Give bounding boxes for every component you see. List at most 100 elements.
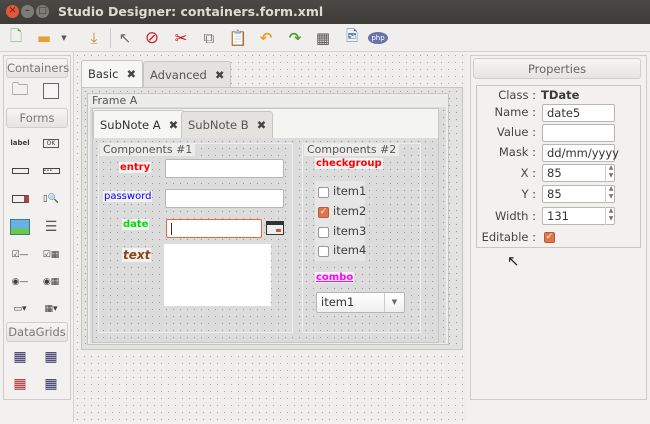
frame-content: SubNote A ✖ SubNote B ✖ Components #1 entr… [90,107,446,343]
tab-subnote-a[interactable]: SubNote A ✖ [93,110,186,139]
checkgroup-icon[interactable]: ☑▦ [41,247,61,263]
text-icon[interactable]: ☰ [41,219,61,235]
x-spinner[interactable]: 85 ▲ ▼ [542,164,615,182]
close-window-button[interactable]: ✕ [6,5,19,18]
notebook-icon[interactable]: 🗀 [10,80,30,100]
combo-label: combo [315,272,355,283]
password-input[interactable] [165,189,284,208]
frame-a: Frame A SubNote A ✖ SubNote B ✖ Components… [87,93,449,345]
toolbar-separator [110,28,111,48]
datagrid-check-icon[interactable]: ▦ [41,376,61,392]
undo-icon[interactable]: ↶ [255,27,277,49]
tab-advanced[interactable]: Advanced ✖ [143,61,232,87]
spin-arrows-icon[interactable]: ▲ ▼ [605,185,616,203]
tab-basic[interactable]: Basic ✖ [81,60,144,88]
section-datagrids[interactable]: DataGrids [6,322,68,342]
radiogroup-icon[interactable]: ◉▦ [41,274,61,290]
width-label: Width : [495,209,536,223]
password-icon[interactable]: ••• [41,163,61,179]
item3-checkbox[interactable] [318,227,329,238]
design-canvas[interactable]: Basic ✖ Advanced ✖ Frame A SubNote A ✖ SubN… [73,52,467,422]
value-input[interactable] [542,124,615,142]
properties-title: Properties [473,58,641,79]
preview-icon[interactable]: 🖻 [341,27,363,49]
date-icon[interactable] [10,191,30,207]
editable-checkbox[interactable]: ✓ [544,232,555,243]
spin-arrows-icon[interactable]: ▲ ▼ [605,207,616,225]
copy-icon[interactable]: ⧉ [198,27,220,49]
width-value: 131 [547,209,569,223]
x-value: 85 [547,166,562,180]
value-label: Value : [496,125,536,139]
chevron-down-icon[interactable]: ▼ [384,293,404,312]
stop-icon[interactable]: ⊘ [141,27,163,49]
close-tab-icon[interactable]: ✖ [126,67,136,81]
combo-value: item1 [321,295,355,309]
width-spinner[interactable]: 131 ▲ ▼ [542,207,615,225]
close-tab-icon[interactable]: ✖ [215,68,225,82]
spin-arrows-icon[interactable]: ▲ ▼ [605,164,616,182]
open-dropdown-icon[interactable]: ▼ [58,27,70,49]
frame-icon[interactable] [43,83,59,99]
tab-label: SubNote A [100,118,161,132]
name-input[interactable]: date5 [542,104,615,122]
item1-checkbox[interactable] [318,187,329,198]
y-value: 85 [547,187,562,201]
class-label: Class : [498,88,536,102]
palette-panel: Containers 🗀 Forms label OK ••• ▯🔍 ☰ ☑— … [3,55,71,400]
datagrid-nav-icon[interactable]: ▦ [41,349,61,365]
close-tab-icon[interactable]: ✖ [257,118,267,132]
editable-label: Editable : [481,230,536,244]
save-icon[interactable]: ⤓ [83,27,105,49]
frame-title: Frame A [89,94,141,107]
section-containers[interactable]: Containers [6,58,69,78]
maximize-window-button[interactable]: □ [36,5,49,18]
minimize-window-button[interactable]: – [21,5,34,18]
section-forms[interactable]: Forms [6,108,68,128]
calendar-button[interactable] [266,221,284,235]
name-label: Name : [494,105,536,119]
pointer-icon[interactable]: ↖ [114,27,136,49]
dbcombo-icon[interactable]: ▦▾ [41,301,61,317]
cut-icon[interactable]: ✂ [170,27,192,49]
label-icon[interactable]: label [10,135,30,151]
redo-icon[interactable]: ↷ [284,27,306,49]
item2-checkbox[interactable]: ✓ [318,207,329,218]
item1-label: item1 [333,184,367,198]
toolbar: 🗋 ▬ ▼ ⤓ ↖ ⊘ ✂ ⧉ 📋 ↶ ↷ ▦ 🖻 php [0,24,650,52]
radio-icon[interactable]: ◉— [10,274,30,290]
new-file-icon[interactable]: 🗋 [5,27,27,49]
open-folder-icon[interactable]: ▬ [33,27,55,49]
paste-icon[interactable]: 📋 [227,27,249,49]
tab-label: Advanced [150,68,207,82]
y-label: Y : [521,187,536,201]
entry-icon[interactable] [10,163,30,179]
datagrid-icon[interactable]: ▦ [10,349,30,365]
entry-input[interactable] [165,159,284,178]
tab-label: SubNote B [188,118,249,132]
date-input[interactable] [166,219,262,238]
date-label: date [122,219,150,230]
item3-label: item3 [333,224,367,238]
y-spinner[interactable]: 85 ▲ ▼ [542,185,615,203]
checkbox-icon[interactable]: ☑— [10,247,30,263]
checkgroup-label: checkgroup [315,158,383,169]
mask-input[interactable]: dd/mm/yyyy [542,144,619,162]
components-1-frame: Components #1 entry password date text [98,143,293,333]
calendar-icon[interactable]: ▦ [312,27,334,49]
combo-select[interactable]: item1 ▼ [316,292,405,313]
window-title: Studio Designer: containers.form.xml [58,4,324,19]
item4-checkbox[interactable] [318,246,329,257]
button-icon[interactable]: OK [42,138,60,148]
close-tab-icon[interactable]: ✖ [169,118,179,132]
datagrid-column-icon[interactable]: ▦ [10,376,30,392]
text-label: text [122,248,152,262]
tab-label: Basic [88,67,119,81]
combo-icon[interactable]: ▭▾ [10,301,30,317]
text-area[interactable] [164,244,271,306]
php-icon[interactable]: php [367,27,389,49]
image-icon[interactable] [10,219,30,235]
title-bar: ✕ – □ Studio Designer: containers.form.x… [0,0,650,24]
seek-icon[interactable]: ▯🔍 [41,191,61,207]
tab-subnote-b[interactable]: SubNote B ✖ [181,111,274,138]
